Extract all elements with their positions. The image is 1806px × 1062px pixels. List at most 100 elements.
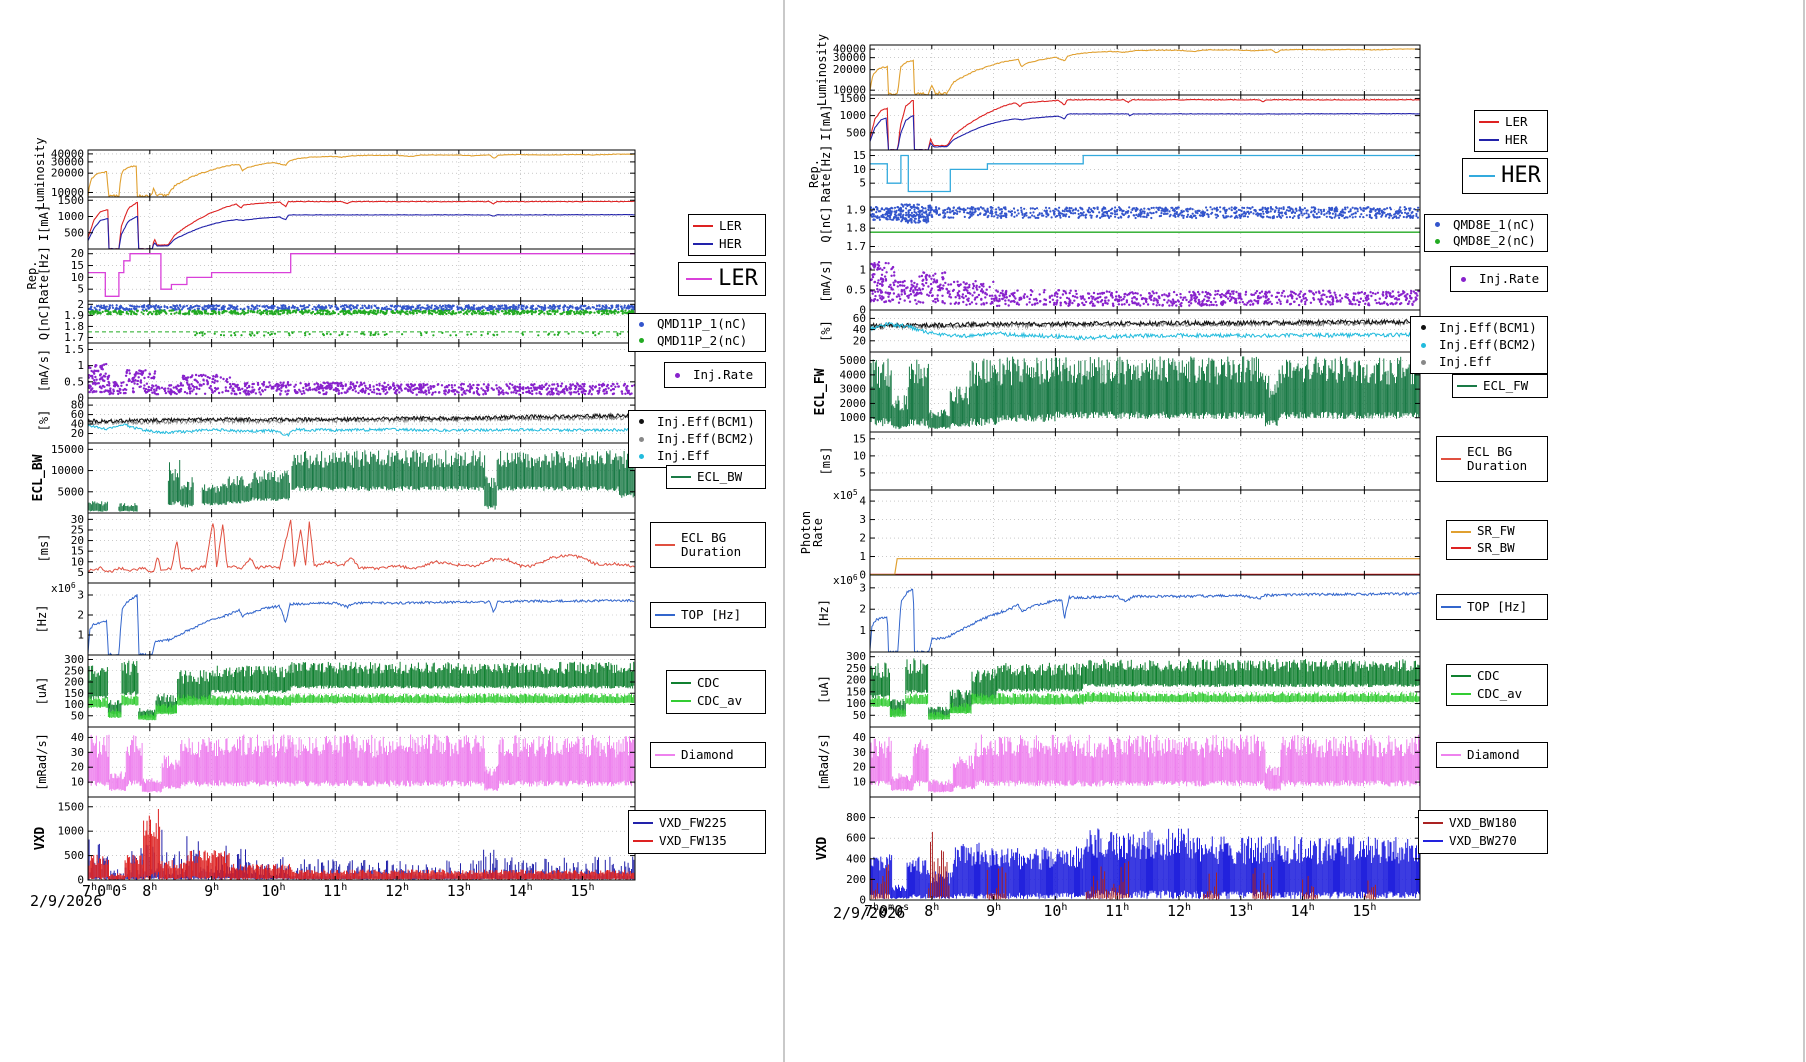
legend-label: Inj.Eff(BCM2) [657,432,755,446]
line-marker [686,278,712,280]
legend-ring: LER [678,262,766,296]
legend-ecl: ECL_BW [666,465,766,489]
line-marker [1479,139,1499,141]
legend-charge: QMD11P_1(nC)QMD11P_2(nC) [628,313,766,352]
line-marker [693,243,713,245]
svg-text:[uA]: [uA] [35,677,49,706]
dot-marker [1421,325,1426,330]
subplot-ecl: 15000100005000ECL_BW [31,443,635,513]
legend-label: ECL BG [681,531,741,545]
svg-text:5: 5 [77,283,84,296]
legend-ler-her: LER HER [688,214,766,256]
legend-label: HER [1501,163,1541,188]
subplot-vxd: 8006004002000VXD [815,797,1420,907]
legend-ler-her: LERHER [1474,110,1548,152]
legend-injeff: Inj.Eff(BCM1) Inj.Eff(BCM2) Inj.Eff [1410,316,1548,374]
legend-cdc: CDCCDC_av [666,670,766,714]
legend-label: VXD_BW270 [1449,834,1517,848]
svg-text:[ms]: [ms] [37,534,51,563]
legend-label: VXD_FW225 [659,816,727,830]
svg-text:3: 3 [77,589,84,602]
legend-label: SR_BW [1477,541,1515,555]
legend-cdc: CDC CDC_av [1446,664,1548,706]
legend-label: Inj.Eff [657,449,710,463]
subplot-current: 15001000500I[mA] [819,92,1420,150]
subplot-lum: 40000300002000010000Luminosity [33,137,635,209]
legend-label: Diamond [1467,748,1520,762]
dot-marker [675,373,680,378]
svg-text:1: 1 [77,629,84,642]
legend-label: QMD8E_2(nC) [1453,234,1536,248]
subplot-injeff: 80604020[%] [37,398,635,443]
line-marker [1441,754,1461,756]
legend-eclbg: ECL BGDuration [650,522,766,568]
legend-label: LER [719,219,742,233]
dot-marker [639,454,644,459]
legend-label: Diamond [681,748,734,762]
svg-text:500: 500 [64,226,84,239]
legend-label: LER [718,266,758,291]
legend-charge: QMD8E_1(nC) QMD8E_2(nC) [1424,214,1548,252]
legend-label: SR_FW [1477,524,1515,538]
line-marker [655,614,675,616]
legend-label: QMD8E_1(nC) [1453,218,1536,232]
subplot-current: 15001000500I[mA] [37,194,635,249]
legend-label: QMD11P_1(nC) [657,317,747,331]
subplot-injrate: 10.50[mA/s] [819,252,1420,317]
line-marker [1423,840,1443,842]
subplot-top: 3 2 1 [Hz]x106 [35,581,635,656]
line-marker [633,840,653,842]
legend-label: CDC [1477,669,1500,683]
legend-label: HER [719,237,742,251]
line-marker [1457,385,1477,387]
subplot-diamond: 40302010[mRad/s] [817,727,1420,797]
line-marker [1441,458,1461,460]
subplot-photon: 43210PhotonRatex105 [799,488,1420,582]
legend-vxd: VXD_BW180 VXD_BW270 [1418,810,1548,854]
legend-injrate: Inj.Rate [664,362,766,388]
line-marker [671,700,691,702]
legend-sr: SR_FW SR_BW [1446,520,1548,560]
line-marker [1479,121,1499,123]
legend-injeff: Inj.Eff(BCM1)Inj.Eff(BCM2)Inj.Eff [628,410,766,468]
svg-text:[%]: [%] [37,410,51,432]
subplot-vxd: 150010005000VXD [33,797,635,887]
legend-label: Duration [1467,459,1527,473]
legend-label: VXD_FW135 [659,834,727,848]
svg-text:1000: 1000 [58,210,85,223]
legend-label: CDC_av [697,694,742,708]
line-marker [1451,531,1471,533]
legend-label: Inj.Eff(BCM1) [1439,321,1537,335]
legend-label: HER [1505,133,1528,147]
svg-text:20000: 20000 [51,167,84,180]
panel-right: 40000300002000010000Luminosity1500100050… [799,34,1420,920]
svg-text:2: 2 [77,609,84,622]
dot-marker [639,419,644,424]
subplot-reprate: 15105Rep.Rate[Hz] [807,145,1420,203]
legend-label: ECL_BW [697,470,742,484]
subplot-reprate: 2015105Rep.Rate[Hz] [25,246,635,304]
subplot-charge: 1.91.81.7Q[nC] [819,197,1420,253]
svg-text:10000: 10000 [51,464,84,477]
svg-text:x106: x106 [51,581,76,595]
legend-label: CDC_av [1477,687,1522,701]
legend-label: Inj.Rate [1479,272,1539,286]
legend-diamond: Diamond [650,742,766,768]
svg-text:Q[nC]: Q[nC] [37,304,51,340]
svg-text:[Hz]: [Hz] [35,605,49,634]
svg-text:0.5: 0.5 [64,375,84,388]
svg-text:1.5: 1.5 [64,343,84,356]
svg-text:[mA/s]: [mA/s] [37,349,51,392]
legend-label: Inj.Eff [1439,355,1492,369]
legend-label: Inj.Eff(BCM2) [1439,338,1537,352]
legend-diamond: Diamond [1436,742,1548,768]
legend-ecl: ECL_FW [1452,374,1548,398]
svg-text:5: 5 [77,566,84,579]
legend-label: VXD_BW180 [1449,816,1517,830]
dot-marker [639,338,644,343]
dot-marker [639,437,644,442]
line-marker [633,822,653,824]
line-marker [671,682,691,684]
svg-text:Luminosity: Luminosity [33,137,47,209]
dot-marker [1421,343,1426,348]
